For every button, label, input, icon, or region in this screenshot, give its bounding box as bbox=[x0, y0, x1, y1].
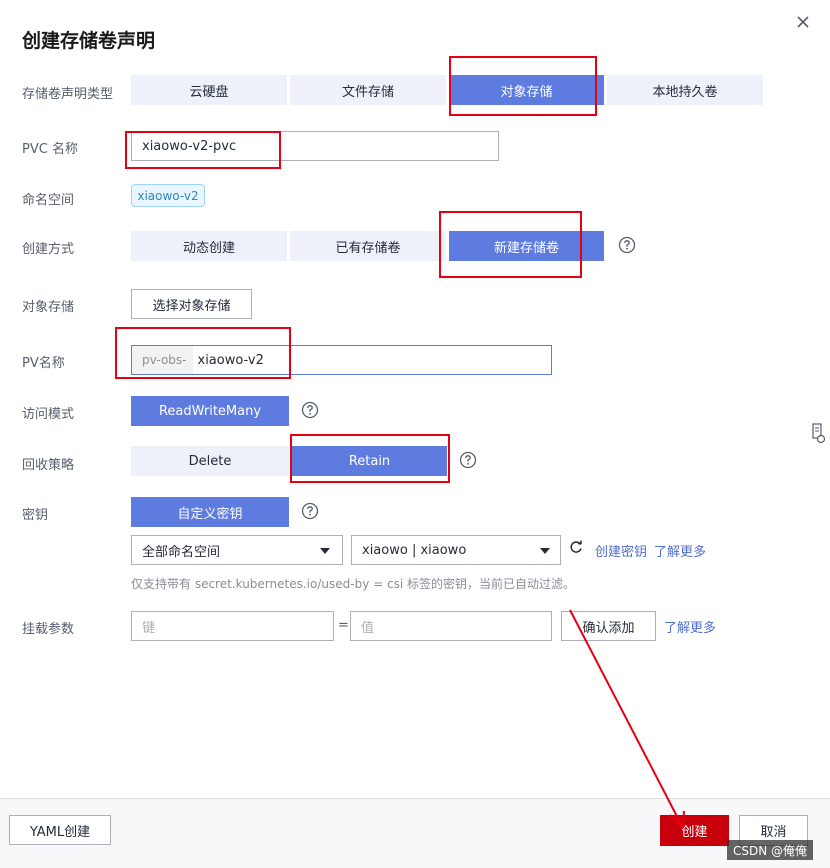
annotation-arrow bbox=[569, 609, 685, 829]
